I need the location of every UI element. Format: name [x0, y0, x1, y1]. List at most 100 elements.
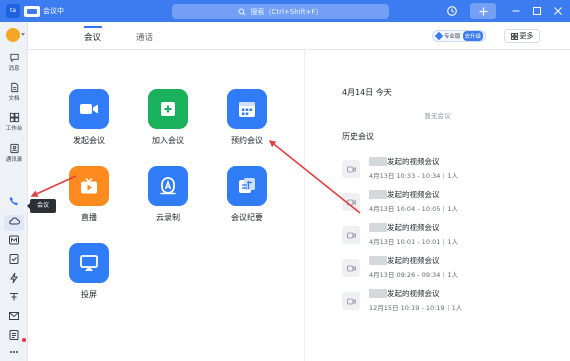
meeting-meta: 4月13日 10:04 - 10:05 1人 — [369, 203, 458, 213]
search-placeholder: 搜索（Ctrl+Shift+F） — [250, 7, 323, 16]
meeting-app-icon — [24, 5, 40, 17]
meeting-participants: 1人 — [447, 205, 459, 213]
meta-separator — [443, 206, 445, 212]
add-button[interactable] — [470, 3, 496, 19]
document-icon — [10, 82, 18, 93]
meeting-participants: 1人 — [447, 271, 459, 279]
meeting-meta: 12月15日 10:19 - 10:19 1人 — [369, 302, 462, 312]
plus-square-icon — [161, 102, 175, 116]
blurred-host-name — [369, 157, 387, 166]
app-logo: ta — [6, 4, 20, 18]
cloud-record-button[interactable] — [148, 166, 188, 206]
sidebar-item-contacts[interactable]: 通讯录 — [0, 143, 28, 163]
meeting-participants: 1人 — [451, 304, 463, 312]
screen-cast-tile[interactable]: 投屏 — [64, 243, 114, 300]
history-meeting-item[interactable]: 发起的视频会议 12月15日 10:19 - 10:19 1人 — [342, 287, 532, 315]
sidebar-item-docs[interactable]: 文档 — [0, 82, 28, 102]
meeting-meta: 4月13日 10:01 - 10:01 1人 — [369, 236, 458, 246]
meeting-time: 4月13日 10:01 - 10:01 — [369, 238, 441, 246]
cloud-record-icon — [160, 177, 176, 195]
meeting-participants: 1人 — [447, 238, 459, 246]
meeting-notes-label: 会议纪要 — [231, 213, 263, 222]
start-meeting-button[interactable] — [69, 89, 109, 129]
schedule-meeting-button[interactable] — [227, 89, 267, 129]
sidebar-item-label: 文档 — [8, 96, 20, 102]
cloud-record-tile[interactable]: 云录制 — [143, 166, 193, 223]
start-meeting-label: 发起会议 — [73, 136, 105, 145]
meeting-tabs: 会议 通话 — [28, 22, 570, 50]
chevron-down-icon[interactable] — [21, 33, 25, 36]
meeting-notes-button[interactable] — [227, 166, 267, 206]
blurred-host-name — [369, 190, 387, 199]
share-tree-icon[interactable] — [8, 291, 20, 303]
search-input[interactable]: 搜索（Ctrl+Shift+F） — [172, 4, 389, 19]
schedule-meeting-label: 预约会议 — [231, 136, 263, 145]
screen-cast-button[interactable] — [69, 243, 109, 283]
pro-badge[interactable]: 专业版 去升级 — [432, 30, 487, 42]
diamond-icon — [434, 31, 444, 41]
more-apps-icon[interactable] — [8, 346, 20, 358]
left-nav: 消息 文档 工作台 通讯录 — [0, 22, 28, 361]
meeting-notes-icon — [239, 178, 255, 193]
video-icon — [342, 259, 360, 277]
maximize-button[interactable] — [531, 5, 543, 17]
live-tile[interactable]: 直播 — [64, 166, 114, 223]
meeting-phone-icon[interactable] — [8, 195, 20, 207]
history-meeting-item[interactable]: 发起的视频会议 4月13日 10:33 - 10:34 1人 — [342, 155, 532, 183]
upgrade-button[interactable]: 去升级 — [462, 31, 484, 41]
sidebar-item-messages[interactable]: 消息 — [0, 52, 28, 72]
close-icon — [554, 7, 562, 15]
meeting-title: 发起的视频会议 — [387, 190, 440, 199]
search-icon — [238, 7, 246, 16]
checklist-icon[interactable] — [8, 253, 20, 265]
sidebar-item-label: 工作台 — [5, 126, 23, 132]
history-meeting-item[interactable]: 发起的视频会议 4月13日 10:04 - 10:05 1人 — [342, 188, 532, 216]
video-icon — [342, 226, 360, 244]
tab-meetings[interactable]: 会议 — [84, 31, 101, 43]
maximize-icon — [533, 7, 541, 15]
cloud-record-label: 云录制 — [156, 213, 180, 222]
schedule-date: 4月14日 今天 — [342, 88, 392, 97]
join-meeting-tile[interactable]: 加入会议 — [143, 89, 193, 146]
contacts-icon — [9, 143, 19, 154]
pane-divider — [304, 50, 305, 361]
live-label: 直播 — [81, 213, 97, 222]
meta-separator — [443, 272, 445, 278]
avatar[interactable] — [6, 28, 20, 42]
notification-dot — [22, 338, 26, 342]
close-button[interactable] — [552, 5, 564, 17]
schedule-meeting-tile[interactable]: 预约会议 — [222, 89, 272, 146]
mail-icon[interactable] — [8, 310, 20, 322]
video-icon — [342, 193, 360, 211]
meeting-time: 12月15日 10:19 - 10:19 — [369, 304, 445, 312]
app-title-text: 会议中 — [43, 7, 64, 15]
join-meeting-button[interactable] — [148, 89, 188, 129]
grid-icon — [510, 32, 518, 40]
app-title: 会议中 — [24, 5, 64, 17]
minimize-button[interactable] — [510, 5, 522, 17]
sidebar-item-workbench[interactable]: 工作台 — [0, 112, 28, 132]
tab-calls[interactable]: 通话 — [136, 31, 153, 43]
sidebar-item-label: 消息 — [8, 66, 20, 72]
live-button[interactable] — [69, 166, 109, 206]
pro-text: 专业版 — [444, 34, 461, 40]
screen-cast-icon — [80, 255, 98, 271]
meeting-time: 4月13日 10:04 - 10:05 — [369, 205, 441, 213]
history-meeting-item[interactable]: 发起的视频会议 4月13日 10:01 - 10:01 1人 — [342, 221, 532, 249]
empty-meetings-text: 暂无会议 — [424, 112, 451, 120]
history-meeting-item[interactable]: 发起的视频会议 4月13日 09:26 - 09:34 1人 — [342, 254, 532, 282]
lightning-icon[interactable] — [8, 272, 20, 284]
cloud-icon[interactable] — [8, 215, 20, 227]
blurred-host-name — [369, 256, 387, 265]
meeting-notes-tile[interactable]: 会议纪要 — [222, 166, 272, 223]
history-clock-icon[interactable] — [446, 5, 458, 17]
workbench-grid-icon — [9, 112, 19, 123]
meta-separator — [447, 305, 449, 311]
badge-m-icon[interactable] — [8, 234, 20, 246]
tv-live-icon — [81, 177, 97, 194]
start-meeting-tile[interactable]: 发起会议 — [64, 89, 114, 146]
more-button[interactable]: 更多 — [504, 29, 540, 43]
video-icon — [342, 292, 360, 310]
notes-icon[interactable] — [8, 329, 20, 341]
title-bar: ta 会议中 搜索（Ctrl+Shift+F） — [0, 0, 570, 22]
